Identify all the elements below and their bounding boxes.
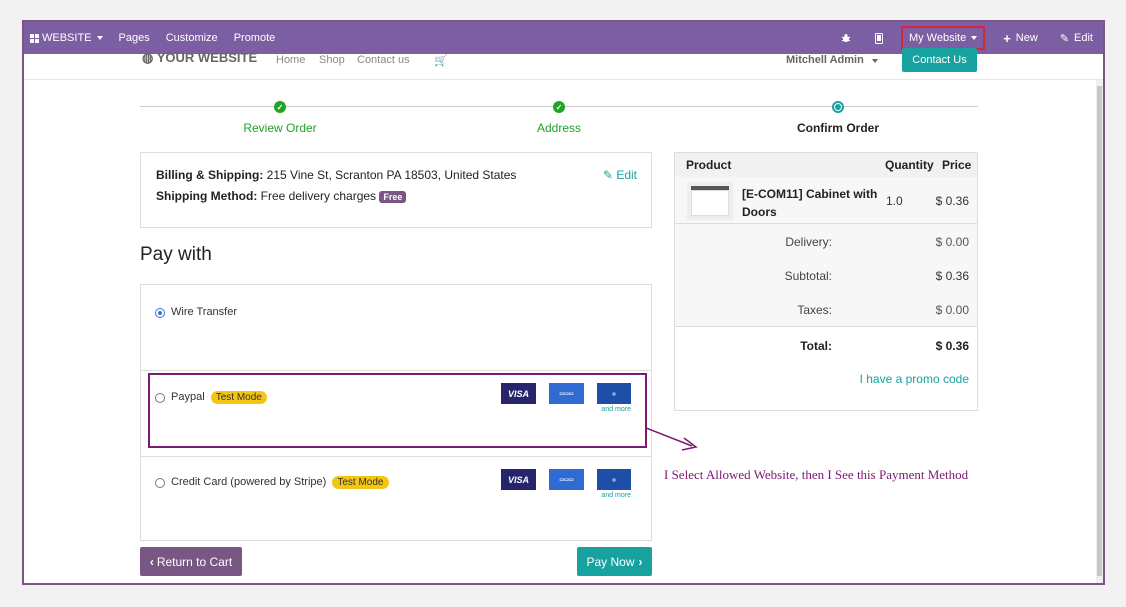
step-confirm-order: Confirm Order [748, 94, 928, 135]
billing-label: Billing & Shipping: [156, 168, 264, 182]
product-name[interactable]: [E-COM11] Cabinet with Doors [742, 185, 882, 221]
delivery-value: $ 0.00 [935, 235, 969, 249]
return-label: Return to Cart [156, 554, 233, 569]
credit-card-label-wrap: Credit Card (powered by Stripe) Test Mod… [171, 476, 389, 489]
and-more-link[interactable]: and more [601, 492, 631, 499]
taxes-label: Taxes: [797, 303, 832, 317]
radio-wire-transfer[interactable] [155, 308, 165, 318]
website-menu-label: WEBSITE [42, 32, 92, 44]
caret-down-icon [871, 59, 878, 63]
product-quantity: 1.0 [886, 194, 903, 208]
nav-link-shop[interactable]: Shop [319, 54, 345, 66]
card-icons: VISA ▭▭▭ ◎ [501, 469, 631, 490]
contact-us-button[interactable]: Contact Us [902, 48, 977, 72]
site-navbar: ◍ YOUR WEBSITE Home Shop Contact us 🛒2 M… [24, 48, 1103, 80]
logo-text: YOUR WEBSITE [156, 50, 258, 65]
promo-code-link[interactable]: I have a promo code [860, 372, 969, 386]
shipping-label: Shipping Method: [156, 189, 258, 203]
summary-totals: Delivery: $ 0.00 Subtotal: $ 0.36 Taxes:… [675, 224, 977, 327]
pay-now-button[interactable]: Pay Now › [577, 547, 652, 576]
radio-credit-card[interactable] [155, 478, 165, 488]
free-badge: Free [379, 190, 407, 203]
apps-grid-icon [30, 33, 39, 43]
billing-row: Billing & Shipping: 215 Vine St, Scranto… [156, 168, 636, 182]
edit-button[interactable]: ✎ Edit [1050, 22, 1103, 54]
debug-bug-icon[interactable] [829, 22, 863, 54]
chevron-left-icon: ‹ [149, 554, 154, 569]
annotation-arrow-icon [646, 427, 698, 451]
pencil-icon: ✎ [1059, 32, 1070, 45]
total-value: $ 0.36 [935, 339, 969, 353]
step-label: Review Order [243, 121, 317, 135]
payment-label: Credit Card (powered by Stripe) [171, 476, 327, 488]
browser-frame: WEBSITE Pages Customize Promote My Websi… [22, 20, 1105, 585]
diners-club-card-icon: ◎ [597, 469, 631, 490]
annotation-note: I Select Allowed Website, then I See thi… [664, 467, 969, 482]
nav-link-home[interactable]: Home [276, 54, 305, 66]
shipping-method: Free delivery charges [260, 189, 377, 203]
website-menu[interactable]: WEBSITE [24, 22, 111, 54]
price-header: Price [942, 158, 972, 172]
summary-item-row: [E-COM11] Cabinet with Doors 1.0 $ 0.36 [675, 177, 977, 224]
user-name: Mitchell Admin [786, 54, 864, 66]
summary-header: Product Quantity Price [675, 153, 977, 177]
vertical-scrollbar[interactable] [1096, 80, 1103, 583]
user-menu[interactable]: Mitchell Admin [786, 54, 878, 66]
mobile-preview-icon[interactable] [863, 22, 895, 54]
shipping-row: Shipping Method: Free delivery charges F… [156, 189, 636, 203]
my-website-dropdown[interactable]: My Website [900, 26, 986, 50]
checkout-progress: ✓ Review Order ✓ Address Confirm Order [140, 94, 978, 139]
product-thumbnail[interactable] [687, 182, 733, 220]
pay-now-label: Pay Now [586, 554, 635, 569]
payment-option-credit-card[interactable]: Credit Card (powered by Stripe) Test Mod… [141, 457, 651, 542]
pay-with-heading: Pay with [140, 244, 212, 265]
globe-icon: ◍ [142, 50, 154, 65]
check-icon: ✓ [553, 101, 565, 113]
edit-label: Edit [1074, 32, 1093, 44]
plus-icon: + [1003, 30, 1011, 46]
quantity-header: Quantity [885, 158, 934, 172]
nav-link-contact[interactable]: Contact us [357, 54, 410, 66]
product-header: Product [686, 158, 732, 172]
caret-down-icon [96, 36, 103, 40]
billing-shipping-box: Billing & Shipping: 215 Vine St, Scranto… [140, 152, 652, 228]
delivery-label: Delivery: [785, 235, 832, 249]
step-address: ✓ Address [469, 94, 649, 135]
new-button[interactable]: + New [991, 22, 1050, 54]
visa-card-icon: VISA [501, 469, 536, 490]
cart-icon[interactable]: 🛒2 [434, 54, 448, 67]
subtotal-label: Subtotal: [784, 269, 832, 283]
paypal-highlight-box [148, 373, 647, 448]
my-website-label: My Website [908, 32, 967, 44]
current-step-icon [832, 101, 844, 113]
edit-label: Edit [616, 168, 637, 182]
new-label: New [1015, 32, 1038, 44]
step-label: Address [536, 121, 582, 135]
order-summary: Product Quantity Price [E-COM11] Cabinet… [674, 152, 978, 411]
subtotal-value: $ 0.36 [935, 269, 969, 283]
return-to-cart-button[interactable]: ‹ Return to Cart [140, 547, 242, 576]
caret-down-icon [971, 36, 978, 40]
product-price: $ 0.36 [935, 194, 969, 208]
step-review-order: ✓ Review Order [190, 94, 370, 135]
payment-option-wire-transfer[interactable]: Wire Transfer [141, 285, 651, 371]
billing-address: 215 Vine St, Scranton PA 18503, United S… [266, 168, 517, 182]
check-icon: ✓ [274, 101, 286, 113]
edit-address-link[interactable]: ✎ Edit [603, 168, 637, 182]
payment-label: Wire Transfer [171, 306, 238, 318]
amex-card-icon: ▭▭▭ [549, 469, 584, 490]
taxes-value: $ 0.00 [935, 303, 969, 317]
chevron-right-icon: › [638, 554, 643, 569]
test-mode-badge: Test Mode [332, 476, 389, 489]
site-logo[interactable]: ◍ YOUR WEBSITE [142, 50, 257, 66]
total-label: Total: [800, 339, 832, 353]
edit-icon: ✎ [602, 168, 613, 182]
step-label: Confirm Order [796, 121, 879, 135]
